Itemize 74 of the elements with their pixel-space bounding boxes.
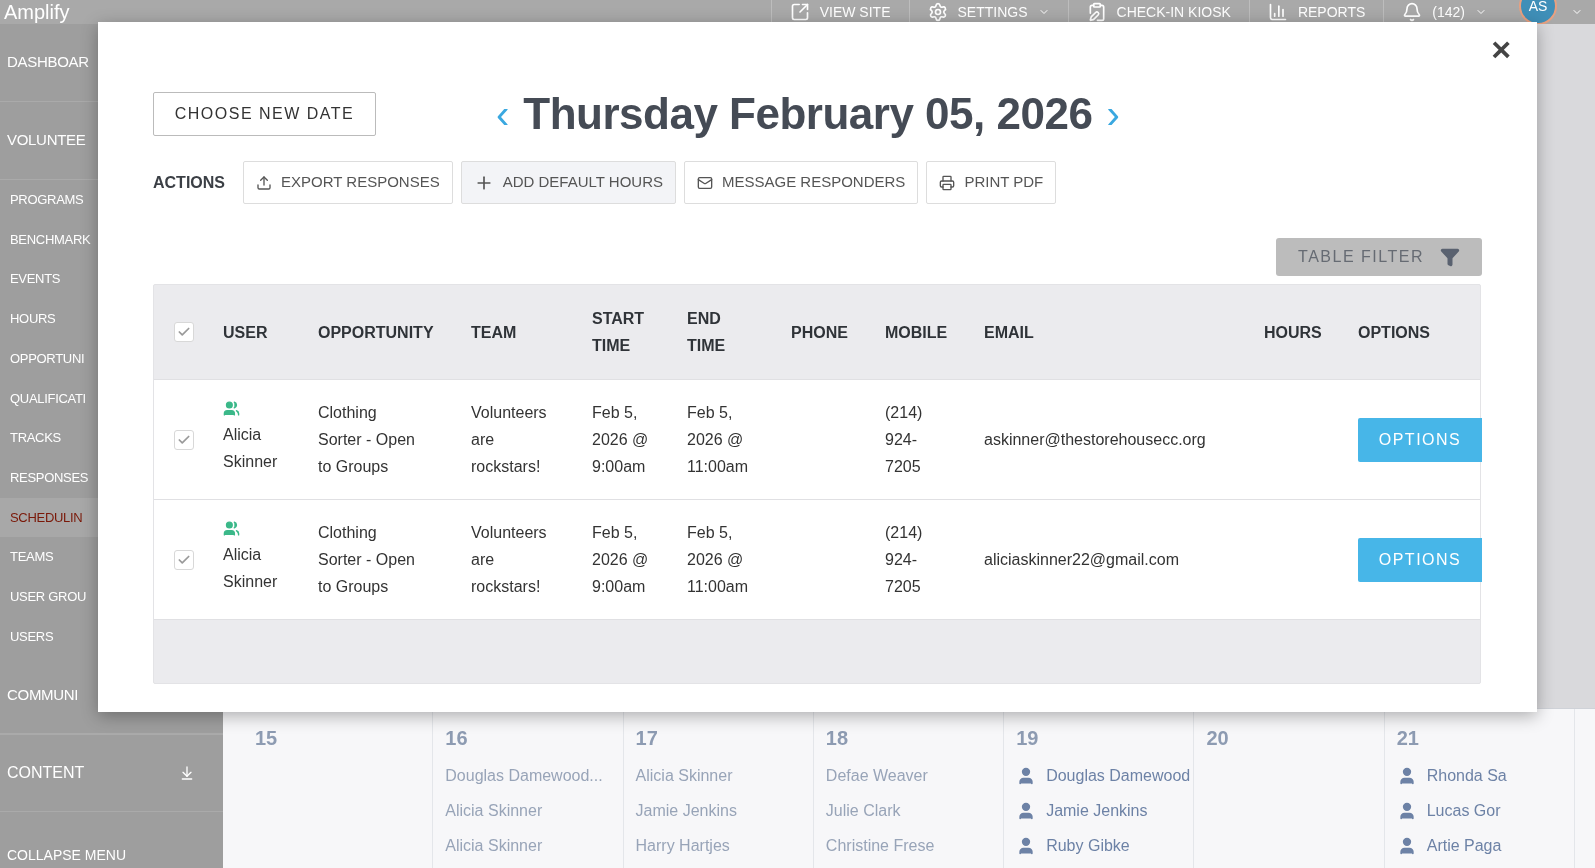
day-number: 17 — [635, 726, 659, 751]
column-header: TEAM — [471, 322, 518, 343]
column-header: MOBILE — [885, 322, 949, 343]
table-cell-text: Feb 5, 2026 @ 9:00am — [592, 403, 650, 477]
calendar-entry[interactable]: Julie Clark — [825, 799, 1004, 823]
table-cell: aliciaskinner22@gmail.com — [984, 550, 1179, 568]
group-icon — [223, 400, 240, 417]
calendar-entry[interactable]: Ruby Gibke — [1016, 834, 1194, 858]
column-header: USER — [223, 322, 269, 343]
calendar-entry[interactable]: Harry Hartjes — [635, 834, 813, 858]
action-button[interactable]: PRINT PDF — [926, 161, 1057, 204]
column-header: OPTIONS — [1358, 322, 1431, 343]
column-header: START TIME — [592, 309, 646, 356]
table-cell-text: (214) 924- 7205 — [885, 523, 924, 597]
column-header: PHONE — [791, 322, 849, 343]
calendar-entry[interactable]: Jamie Jenkins — [635, 799, 813, 823]
table-cell-text: Clothing Sorter - Open to Groups — [318, 523, 416, 597]
checkbox[interactable] — [173, 322, 194, 342]
group-icon — [223, 520, 240, 537]
calendar-entry[interactable]: Artie Paga — [1396, 834, 1574, 858]
day-number: 20 — [1206, 726, 1230, 751]
action-button[interactable]: ADD DEFAULT HOURS — [460, 161, 676, 204]
calendar-entry[interactable]: Douglas Damewood — [1016, 764, 1194, 788]
calendar-entry[interactable]: Alicia Skinner — [445, 799, 623, 823]
column-header: HOURS — [1264, 322, 1323, 343]
calendar-entry[interactable]: Jamie Jenkins — [1016, 799, 1194, 823]
table-cell-text: Clothing Sorter - Open to Groups — [318, 403, 416, 477]
table-cell-text: Feb 5, 2026 @ 9:00am — [592, 523, 650, 597]
collapse-icon — [179, 765, 195, 782]
envelope-icon — [697, 174, 713, 191]
choose-date-button[interactable]: CHOOSE NEW DATE — [153, 92, 376, 136]
checkbox[interactable] — [173, 429, 194, 450]
table-cell: askinner@thestorehousecc.org — [984, 430, 1206, 448]
table-cell-text: Feb 5, 2026 @ 11:00am — [687, 403, 750, 477]
date-title: Thursday February 05, 2026 — [523, 88, 1093, 140]
next-date-button[interactable]: › — [1106, 94, 1120, 134]
action-button[interactable]: EXPORT RESPONSES — [243, 161, 453, 204]
day-number: 16 — [445, 726, 469, 751]
day-number: 21 — [1396, 726, 1420, 751]
check-icon — [176, 325, 191, 339]
table-cell-text: (214) 924- 7205 — [885, 403, 924, 477]
day-number: 19 — [1016, 726, 1040, 751]
column-header: EMAIL — [984, 322, 1035, 343]
calendar-entry[interactable]: Douglas Damewood... — [445, 764, 623, 788]
calendar-entry[interactable]: Lucas Gor — [1396, 799, 1574, 823]
action-button[interactable]: MESSAGE RESPONDERS — [684, 161, 919, 204]
actions-label: ACTIONS — [153, 172, 225, 193]
day-number: 15 — [255, 726, 279, 751]
table-cell-text: Alicia Skinner — [223, 425, 279, 472]
table-cell-text: Volunteers are rockstars! — [471, 403, 548, 477]
bar-chart-icon — [1267, 2, 1288, 22]
column-header: END TIME — [687, 309, 727, 356]
external-link-icon — [789, 2, 810, 22]
calendar-entry[interactable]: Rhonda Sa — [1396, 764, 1574, 788]
table-cell-text: Volunteers are rockstars! — [471, 523, 548, 597]
calendar-entry[interactable]: Alicia Skinner — [635, 764, 813, 788]
filter-icon — [1439, 247, 1460, 267]
upload-icon — [256, 174, 272, 191]
printer-icon — [939, 174, 956, 191]
table-cell-text: Feb 5, 2026 @ 11:00am — [687, 523, 750, 597]
logo: Amplify — [4, 2, 70, 22]
options-button[interactable]: OPTIONS — [1358, 537, 1482, 582]
calendar-entry[interactable]: Alicia Skinner — [445, 834, 623, 858]
day-number: 18 — [825, 726, 850, 751]
previous-date-button[interactable]: ‹ — [496, 94, 510, 134]
calendar-entry[interactable]: Defae Weaver — [825, 764, 1004, 788]
table-cell-text: Alicia Skinner — [223, 545, 279, 592]
column-header: OPPORTUNITY — [318, 322, 435, 343]
options-button[interactable]: OPTIONS — [1358, 417, 1482, 462]
close-button[interactable]: × — [1491, 32, 1511, 66]
table-filter-button[interactable]: TABLE FILTER — [1276, 238, 1482, 276]
calendar-entry[interactable]: Christine Frese — [825, 834, 1004, 858]
sidebar-item[interactable]: COLLAPSE MENU — [0, 832, 223, 868]
checkbox[interactable] — [173, 549, 194, 570]
